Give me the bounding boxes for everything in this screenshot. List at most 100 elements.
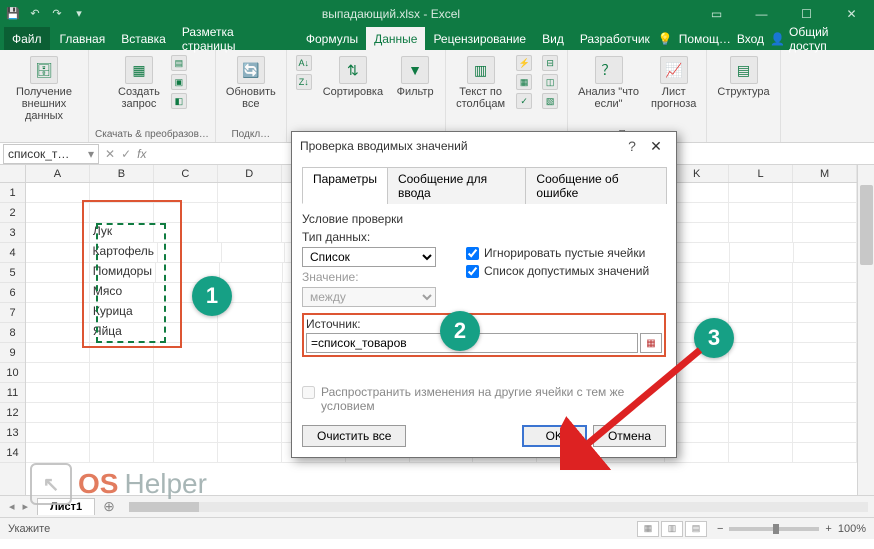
tab-page-layout[interactable]: Разметка страницы — [174, 27, 298, 50]
cell[interactable] — [154, 443, 218, 463]
cell[interactable] — [218, 383, 282, 403]
view-page-break-button[interactable]: ▤ — [685, 521, 707, 537]
cell[interactable] — [793, 263, 857, 283]
cell[interactable] — [793, 183, 857, 203]
view-normal-button[interactable]: ▦ — [637, 521, 659, 537]
horizontal-scrollbar[interactable] — [129, 500, 868, 514]
help-icon[interactable]: 💡 — [658, 32, 673, 46]
cell[interactable] — [90, 423, 154, 443]
cell[interactable] — [794, 243, 857, 263]
scrollbar-thumb[interactable] — [860, 185, 873, 265]
tab-file[interactable]: Файл — [4, 27, 50, 50]
cell[interactable] — [729, 383, 793, 403]
cell[interactable] — [729, 323, 793, 343]
cell[interactable]: Помидоры — [90, 263, 156, 283]
cell[interactable] — [90, 203, 154, 223]
column-header[interactable]: A — [26, 165, 90, 182]
fx-icon[interactable]: fx — [137, 147, 146, 161]
cell[interactable]: Картофель — [90, 243, 159, 263]
get-external-data-button[interactable]: 🗄 Получение внешних данных — [6, 54, 82, 124]
sort-za-button[interactable]: Z↓ — [293, 73, 315, 91]
remove-dups-button[interactable]: ▦ — [513, 73, 535, 91]
cell[interactable] — [154, 383, 218, 403]
tab-error-alert[interactable]: Сообщение об ошибке — [525, 167, 667, 204]
cell[interactable] — [793, 403, 857, 423]
vertical-scrollbar[interactable] — [857, 165, 874, 495]
cell[interactable] — [729, 363, 793, 383]
cell[interactable] — [729, 203, 793, 223]
cell[interactable] — [793, 443, 857, 463]
row-header[interactable]: 10 — [0, 363, 25, 383]
view-page-layout-button[interactable]: ▥ — [661, 521, 683, 537]
row-header[interactable]: 11 — [0, 383, 25, 403]
row-header[interactable]: 7 — [0, 303, 25, 323]
dialog-close-icon[interactable]: ✕ — [644, 138, 668, 155]
cell[interactable] — [90, 363, 154, 383]
cell[interactable] — [26, 403, 90, 423]
cell[interactable] — [26, 343, 90, 363]
tab-developer[interactable]: Разработчик — [572, 27, 658, 50]
manage-data-model-button[interactable]: ▧ — [539, 92, 561, 110]
maximize-icon[interactable]: ☐ — [784, 0, 829, 27]
cell[interactable] — [793, 323, 857, 343]
cell[interactable] — [26, 323, 90, 343]
new-sheet-button[interactable]: ⊕ — [95, 498, 123, 515]
cell[interactable] — [154, 203, 218, 223]
column-header[interactable]: L — [729, 165, 793, 182]
cell[interactable] — [26, 203, 90, 223]
row-header[interactable]: 5 — [0, 263, 25, 283]
row-header[interactable]: 3 — [0, 223, 25, 243]
row-header[interactable]: 1 — [0, 183, 25, 203]
row-header[interactable]: 6 — [0, 283, 25, 303]
cancel-button[interactable]: Отмена — [593, 425, 666, 447]
show-queries-button[interactable]: ▤ — [168, 54, 190, 72]
share-button[interactable]: 👤 Общий доступ — [770, 25, 868, 53]
dialog-titlebar[interactable]: Проверка вводимых значений ? ✕ — [292, 132, 676, 160]
cell[interactable] — [793, 423, 857, 443]
flash-fill-button[interactable]: ⚡ — [513, 54, 535, 72]
cell[interactable] — [154, 223, 218, 243]
in-cell-dropdown-checkbox[interactable]: Список допустимых значений — [466, 264, 666, 278]
sheet-nav-prev-icon[interactable]: ◂ — [6, 500, 18, 513]
new-query-button[interactable]: ▦ Создать запрос — [114, 54, 164, 112]
consolidate-button[interactable]: ⊟ — [539, 54, 561, 72]
forecast-sheet-button[interactable]: 📈 Лист прогноза — [647, 54, 700, 112]
zoom-control[interactable]: − + 100% — [717, 523, 866, 535]
cell[interactable] — [90, 443, 154, 463]
cell[interactable] — [793, 383, 857, 403]
save-icon[interactable]: 💾 — [4, 5, 22, 23]
dialog-help-icon[interactable]: ? — [620, 138, 644, 154]
cell[interactable] — [729, 423, 793, 443]
cell[interactable] — [26, 303, 90, 323]
cell[interactable] — [154, 183, 218, 203]
cell[interactable] — [26, 283, 90, 303]
cell[interactable] — [26, 223, 90, 243]
cell[interactable]: Курица — [90, 303, 154, 323]
row-header[interactable]: 2 — [0, 203, 25, 223]
filter-button[interactable]: ▼ Фильтр — [391, 54, 439, 100]
tab-review[interactable]: Рецензирование — [425, 27, 534, 50]
ribbon-options-icon[interactable]: ▭ — [694, 0, 739, 27]
fx-cancel-icon[interactable]: ✕ — [105, 147, 115, 161]
select-all-corner[interactable] — [0, 165, 25, 183]
tab-settings[interactable]: Параметры — [302, 167, 388, 204]
minimize-icon[interactable]: — — [739, 0, 784, 27]
scrollbar-thumb[interactable] — [129, 502, 199, 512]
sort-button[interactable]: ⇅ Сортировка — [319, 54, 387, 100]
refresh-all-button[interactable]: 🔄 Обновить все — [222, 54, 280, 112]
ignore-blank-checkbox[interactable]: Игнорировать пустые ячейки — [466, 246, 666, 260]
cell[interactable] — [26, 443, 90, 463]
sort-az-button[interactable]: A↓ — [293, 54, 315, 72]
cell[interactable] — [154, 303, 218, 323]
cell[interactable] — [793, 343, 857, 363]
cell[interactable] — [793, 283, 857, 303]
cell[interactable] — [26, 383, 90, 403]
row-header[interactable]: 14 — [0, 443, 25, 463]
cell[interactable] — [218, 323, 282, 343]
row-header[interactable]: 4 — [0, 243, 25, 263]
cell[interactable] — [729, 303, 793, 323]
cell[interactable] — [729, 183, 793, 203]
cell[interactable] — [26, 423, 90, 443]
cell[interactable] — [154, 423, 218, 443]
cell[interactable] — [729, 443, 793, 463]
